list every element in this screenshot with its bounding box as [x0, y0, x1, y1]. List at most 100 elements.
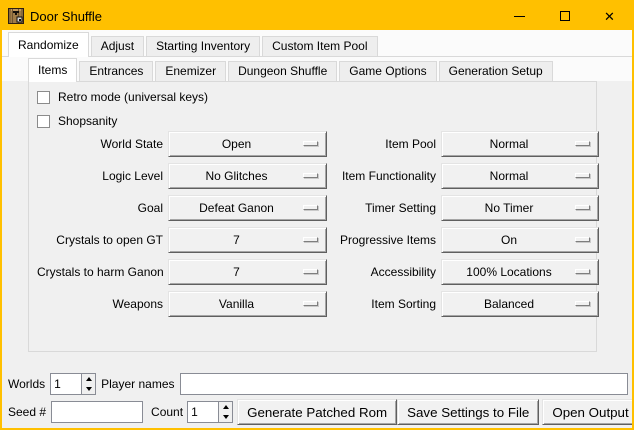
timer-setting-dropdown[interactable]: No Timer: [441, 195, 599, 221]
crystals-ganon-value: 7: [233, 265, 240, 279]
weapons-label: Weapons: [37, 291, 163, 317]
seed-row: Seed # Count 1 Generate Patched Rom Save…: [8, 399, 628, 425]
tab-generation-setup[interactable]: Generation Setup: [439, 61, 553, 81]
item-sorting-value: Balanced: [484, 297, 534, 311]
world-state-value: Open: [222, 137, 251, 151]
tab-items[interactable]: Items: [28, 58, 77, 82]
up-arrow-icon: [223, 405, 229, 409]
minimize-button[interactable]: [497, 2, 542, 30]
items-pane: Retro mode (universal keys) Shopsanity W…: [28, 81, 597, 352]
dropdown-indicator-icon: [303, 301, 318, 306]
logic-level-dropdown[interactable]: No Glitches: [168, 163, 327, 189]
open-output-directory-button[interactable]: Open Output Directory: [542, 399, 634, 425]
item-sorting-dropdown[interactable]: Balanced: [441, 291, 599, 317]
worlds-spin-down-button[interactable]: [82, 384, 95, 394]
down-arrow-icon: [86, 387, 92, 391]
window-controls: ✕: [497, 2, 632, 30]
shopsanity-label: Shopsanity: [58, 114, 117, 128]
generate-patched-rom-button[interactable]: Generate Patched Rom: [237, 399, 397, 425]
door-shuffle-window: Door Shuffle ✕ Randomize Adjust Starting…: [0, 0, 634, 430]
count-spin-arrows: [218, 402, 232, 422]
item-pool-value: Normal: [490, 137, 529, 151]
item-functionality-dropdown[interactable]: Normal: [441, 163, 599, 189]
crystals-gt-dropdown[interactable]: 7: [168, 227, 327, 253]
count-label: Count: [151, 405, 183, 419]
down-arrow-icon: [223, 415, 229, 419]
progressive-items-value: On: [501, 233, 517, 247]
tab-starting-inventory[interactable]: Starting Inventory: [146, 36, 260, 56]
tab-dungeon-shuffle[interactable]: Dungeon Shuffle: [228, 61, 337, 81]
retro-mode-checkbox[interactable]: [37, 91, 50, 104]
tab-randomize[interactable]: Randomize: [8, 32, 89, 57]
worlds-spinbox[interactable]: 1: [50, 373, 96, 395]
dropdown-indicator-icon: [303, 237, 318, 242]
item-functionality-value: Normal: [490, 169, 529, 183]
goal-dropdown[interactable]: Defeat Ganon: [168, 195, 327, 221]
save-settings-button[interactable]: Save Settings to File: [397, 399, 539, 425]
goal-value: Defeat Ganon: [199, 201, 274, 215]
window-body: Randomize Adjust Starting Inventory Cust…: [2, 30, 632, 428]
tab-game-options[interactable]: Game Options: [339, 61, 436, 81]
dropdown-indicator-icon: [575, 205, 590, 210]
window-title: Door Shuffle: [30, 9, 102, 24]
crystals-ganon-label: Crystals to harm Ganon: [37, 259, 163, 285]
logic-level-label: Logic Level: [37, 163, 163, 189]
maximize-icon: [560, 11, 570, 21]
tab-adjust[interactable]: Adjust: [91, 36, 144, 56]
weapons-value: Vanilla: [219, 297, 254, 311]
accessibility-dropdown[interactable]: 100% Locations: [441, 259, 599, 285]
dropdown-indicator-icon: [575, 269, 590, 274]
world-state-dropdown[interactable]: Open: [168, 131, 327, 157]
worlds-row: Worlds 1 Player names: [8, 372, 628, 395]
shopsanity-checkbox-row: Shopsanity: [37, 113, 117, 129]
tab-enemizer[interactable]: Enemizer: [155, 61, 226, 81]
crystals-ganon-dropdown[interactable]: 7: [168, 259, 327, 285]
worlds-value: 1: [51, 374, 81, 394]
minimize-icon: [514, 16, 525, 17]
item-pool-dropdown[interactable]: Normal: [441, 131, 599, 157]
maximize-button[interactable]: [542, 2, 587, 30]
count-spin-down-button[interactable]: [219, 412, 232, 422]
goal-label: Goal: [37, 195, 163, 221]
progressive-items-dropdown[interactable]: On: [441, 227, 599, 253]
count-spin-up-button[interactable]: [219, 402, 232, 412]
up-arrow-icon: [86, 377, 92, 381]
count-value: 1: [188, 402, 218, 422]
dropdown-indicator-icon: [303, 269, 318, 274]
worlds-label: Worlds: [8, 377, 45, 391]
player-names-label: Player names: [101, 377, 174, 391]
close-icon: ✕: [604, 10, 615, 23]
dropdown-indicator-icon: [575, 141, 590, 146]
inner-tab-bar: Items Entrances Enemizer Dungeon Shuffle…: [28, 58, 555, 81]
timer-setting-label: Timer Setting: [332, 195, 436, 221]
dropdown-indicator-icon: [303, 205, 318, 210]
timer-setting-value: No Timer: [485, 201, 534, 215]
item-pool-label: Item Pool: [332, 131, 436, 157]
tab-entrances[interactable]: Entrances: [79, 61, 153, 81]
item-sorting-label: Item Sorting: [332, 291, 436, 317]
titlebar[interactable]: Door Shuffle ✕: [2, 2, 632, 30]
retro-mode-label: Retro mode (universal keys): [58, 90, 208, 104]
seed-label: Seed #: [8, 405, 46, 419]
weapons-dropdown[interactable]: Vanilla: [168, 291, 327, 317]
seed-input[interactable]: [51, 401, 143, 423]
tab-custom-item-pool[interactable]: Custom Item Pool: [262, 36, 377, 56]
crystals-gt-value: 7: [233, 233, 240, 247]
accessibility-value: 100% Locations: [466, 265, 551, 279]
world-state-label: World State: [37, 131, 163, 157]
options-grid: World State Open Item Pool Normal Logic …: [37, 131, 599, 317]
player-names-input[interactable]: [180, 373, 629, 395]
retro-mode-checkbox-row: Retro mode (universal keys): [37, 89, 208, 105]
worlds-spin-up-button[interactable]: [82, 374, 95, 384]
close-button[interactable]: ✕: [587, 2, 632, 30]
logic-level-value: No Glitches: [205, 169, 267, 183]
crystals-gt-label: Crystals to open GT: [37, 227, 163, 253]
shopsanity-checkbox[interactable]: [37, 115, 50, 128]
dropdown-indicator-icon: [575, 173, 590, 178]
item-functionality-label: Item Functionality: [332, 163, 436, 189]
dropdown-indicator-icon: [575, 237, 590, 242]
accessibility-label: Accessibility: [332, 259, 436, 285]
dropdown-indicator-icon: [303, 141, 318, 146]
dropdown-indicator-icon: [303, 173, 318, 178]
count-spinbox[interactable]: 1: [187, 401, 233, 423]
